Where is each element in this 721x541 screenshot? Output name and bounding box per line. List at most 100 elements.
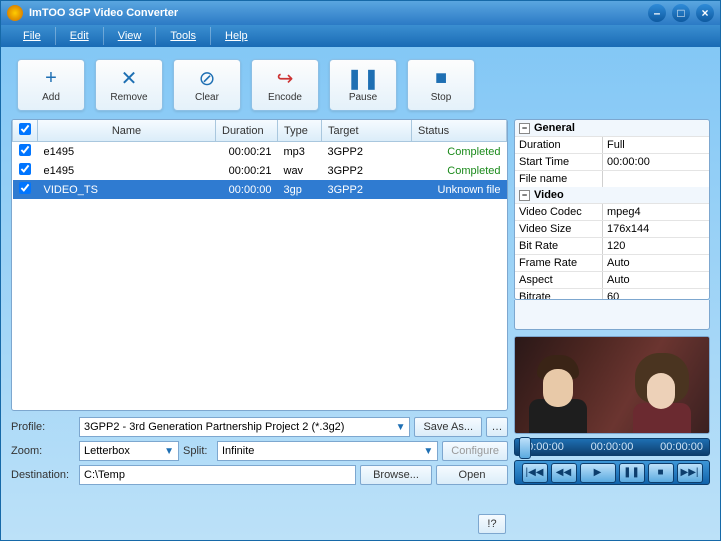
player-pause-button[interactable]: ❚❚: [619, 463, 645, 483]
help-button[interactable]: !?: [478, 514, 506, 534]
maximize-button[interactable]: □: [672, 4, 690, 22]
property-value[interactable]: mpeg4: [603, 204, 709, 220]
close-button[interactable]: ×: [696, 4, 714, 22]
timeline-knob[interactable]: [519, 437, 531, 459]
property-row[interactable]: Frame RateAuto: [515, 254, 709, 271]
chevron-down-icon: ▼: [396, 422, 406, 433]
player-stop-button[interactable]: ■: [648, 463, 674, 483]
cell-type: wav: [278, 161, 322, 180]
property-grid[interactable]: −GeneralDurationFullStart Time00:00:00Fi…: [514, 119, 710, 300]
encode-button[interactable]: ↪ Encode: [251, 59, 319, 111]
profile-select[interactable]: 3GPP2 - 3rd Generation Partnership Proje…: [79, 417, 410, 437]
minimize-button[interactable]: –: [648, 4, 666, 22]
clear-label: Clear: [195, 92, 219, 103]
property-value[interactable]: 00:00:00: [603, 154, 709, 170]
preview-frame: [515, 337, 709, 434]
property-row[interactable]: Bitrate Tolerance60: [515, 288, 709, 300]
property-key: Aspect: [515, 272, 603, 288]
property-value[interactable]: [603, 171, 709, 187]
time-end: 00:00:00: [660, 441, 703, 453]
stop-label: Stop: [431, 92, 452, 103]
col-duration[interactable]: Duration: [216, 120, 278, 142]
property-key: Video Size: [515, 221, 603, 237]
table-row[interactable]: VIDEO_TS00:00:003gp3GPP2Unknown file: [13, 180, 507, 199]
pause-button[interactable]: ❚❚ Pause: [329, 59, 397, 111]
prev-button[interactable]: |◀◀: [522, 463, 548, 483]
row-checkbox[interactable]: [19, 182, 31, 194]
menu-help[interactable]: Help: [211, 27, 262, 45]
menu-tools[interactable]: Tools: [156, 27, 211, 45]
encode-icon: ↪: [277, 68, 294, 90]
property-row[interactable]: Start Time00:00:00: [515, 153, 709, 170]
encode-label: Encode: [268, 92, 302, 103]
row-checkbox[interactable]: [19, 163, 31, 175]
cell-status: Completed: [412, 161, 507, 180]
clear-icon: ⊘: [199, 68, 216, 90]
property-value[interactable]: Auto: [603, 255, 709, 271]
property-key: Bitrate Tolerance: [515, 289, 603, 300]
player-timeline[interactable]: 00:00:00 00:00:00 00:00:00: [514, 438, 710, 456]
cell-name: VIDEO_TS: [38, 180, 216, 199]
property-hint: [514, 300, 710, 330]
add-label: Add: [42, 92, 60, 103]
property-value[interactable]: 120: [603, 238, 709, 254]
property-row[interactable]: Video Size176x144: [515, 220, 709, 237]
col-status[interactable]: Status: [412, 120, 507, 142]
property-row[interactable]: Bit Rate120: [515, 237, 709, 254]
col-name[interactable]: Name: [38, 120, 216, 142]
table-row[interactable]: e149500:00:21wav3GPP2Completed: [13, 161, 507, 180]
open-button[interactable]: Open: [436, 465, 508, 485]
row-checkbox[interactable]: [19, 144, 31, 156]
destination-value: C:\Temp: [84, 469, 125, 481]
next-button[interactable]: ▶▶|: [677, 463, 703, 483]
cell-target: 3GPP2: [322, 180, 412, 199]
pause-label: Pause: [349, 92, 377, 103]
property-value[interactable]: Auto: [603, 272, 709, 288]
rewind-button[interactable]: ◀◀: [551, 463, 577, 483]
property-value[interactable]: 60: [603, 289, 709, 300]
remove-button[interactable]: ✕ Remove: [95, 59, 163, 111]
select-all-checkbox[interactable]: [19, 123, 31, 135]
property-value[interactable]: Full: [603, 137, 709, 153]
split-select[interactable]: Infinite ▼: [217, 441, 438, 461]
property-row[interactable]: DurationFull: [515, 136, 709, 153]
property-key: Frame Rate: [515, 255, 603, 271]
property-key: Bit Rate: [515, 238, 603, 254]
video-preview[interactable]: [514, 336, 710, 435]
chevron-down-icon: ▼: [164, 446, 174, 457]
cell-target: 3GPP2: [322, 161, 412, 180]
property-row[interactable]: File name: [515, 170, 709, 187]
chevron-down-icon: ▼: [423, 446, 433, 457]
col-type[interactable]: Type: [278, 120, 322, 142]
property-group-video[interactable]: −Video: [515, 187, 709, 203]
save-as-button[interactable]: Save As...: [414, 417, 482, 437]
zoom-select[interactable]: Letterbox ▼: [79, 441, 179, 461]
file-table[interactable]: Name Duration Type Target Status e149500…: [11, 119, 508, 411]
configure-button[interactable]: Configure: [442, 441, 508, 461]
player-controls: |◀◀ ◀◀ ▶ ❚❚ ■ ▶▶|: [514, 460, 710, 485]
property-group-general[interactable]: −General: [515, 120, 709, 136]
property-key: Duration: [515, 137, 603, 153]
group-label: General: [534, 122, 575, 134]
zoom-label: Zoom:: [11, 445, 75, 457]
add-button[interactable]: + Add: [17, 59, 85, 111]
menu-file[interactable]: File: [9, 27, 56, 45]
remove-label: Remove: [110, 92, 147, 103]
stop-button[interactable]: ■ Stop: [407, 59, 475, 111]
col-target[interactable]: Target: [322, 120, 412, 142]
property-row[interactable]: Video Codecmpeg4: [515, 203, 709, 220]
window-title: ImTOO 3GP Video Converter: [29, 7, 648, 19]
cell-status: Completed: [412, 142, 507, 162]
x-icon: ✕: [121, 68, 138, 90]
plus-icon: +: [45, 68, 57, 90]
destination-input[interactable]: C:\Temp: [79, 465, 356, 485]
browse-button[interactable]: Browse...: [360, 465, 432, 485]
clear-button[interactable]: ⊘ Clear: [173, 59, 241, 111]
menu-view[interactable]: View: [104, 27, 157, 45]
menu-edit[interactable]: Edit: [56, 27, 104, 45]
play-button[interactable]: ▶: [580, 463, 616, 483]
property-value[interactable]: 176x144: [603, 221, 709, 237]
property-row[interactable]: AspectAuto: [515, 271, 709, 288]
profile-more-button[interactable]: …: [486, 417, 508, 437]
table-row[interactable]: e149500:00:21mp33GPP2Completed: [13, 142, 507, 162]
